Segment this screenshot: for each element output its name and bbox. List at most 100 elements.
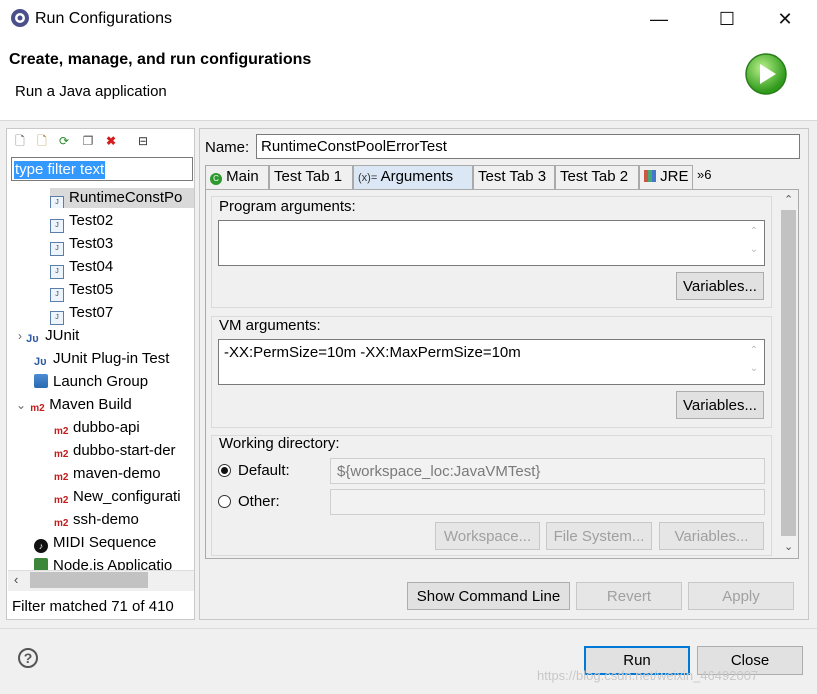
tree-item-junit[interactable]: › Jυ JUnit (18, 326, 79, 346)
vm-arguments-label: VM arguments: (219, 317, 321, 334)
apply-button[interactable]: Apply (688, 582, 794, 610)
run-icon (745, 53, 787, 95)
program-arguments-scrollbar[interactable]: ⌃ ⌄ (747, 223, 761, 263)
window-title: Run Configurations (35, 10, 172, 27)
duplicate-icon[interactable]: ❐ (80, 133, 96, 149)
maven-icon: m2 (54, 495, 69, 506)
tree-item-test02[interactable]: J Test02 (50, 211, 113, 233)
tab-main-label: Main (226, 168, 259, 185)
tree-item-launch-group[interactable]: Launch Group (34, 372, 148, 392)
minimize-button[interactable]: — (636, 3, 682, 35)
tab-arguments-label: Arguments (380, 168, 454, 185)
arguments-tab-icon: (x)= (358, 172, 378, 184)
other-radio[interactable] (218, 495, 231, 508)
tree-item-test03[interactable]: J Test03 (50, 234, 113, 256)
tree-item-label: Test02 (69, 212, 114, 229)
tab-main[interactable]: C Main (205, 165, 269, 189)
workspace-button[interactable]: Workspace... (435, 522, 540, 550)
eclipse-gear-icon (11, 9, 29, 27)
tree-item-label: RuntimeConstPo (69, 189, 183, 206)
tab-overflow[interactable]: »6 (693, 165, 723, 189)
tree-item-label: JUnit Plug-in Test (53, 350, 170, 367)
working-dir-variables-button[interactable]: Variables... (659, 522, 764, 550)
default-radio[interactable] (218, 464, 231, 477)
tree-item-label: Test05 (69, 281, 114, 298)
tree-item-test05[interactable]: J Test05 (50, 280, 113, 302)
main-tab-icon: C (210, 173, 222, 185)
filter-status: Filter matched 71 of 410 (12, 598, 174, 615)
junit-test-icon: J (50, 196, 64, 208)
footer-divider (0, 628, 817, 629)
tree-item-label: Node.js Applicatio (53, 557, 173, 570)
maven-icon: m2 (30, 403, 45, 414)
scroll-down-icon[interactable]: ⌄ (784, 540, 793, 553)
other-label: Other: (238, 493, 280, 510)
tree-item-label: dubbo-api (73, 419, 140, 436)
tree-scroll-thumb[interactable] (30, 572, 148, 588)
tree-item-label: maven-demo (73, 465, 161, 482)
tree-item-test07[interactable]: J Test07 (50, 303, 113, 325)
program-arguments-variables-button[interactable]: Variables... (676, 272, 764, 300)
tree-item-dubbo-start[interactable]: m2 dubbo-start-der (54, 441, 194, 461)
junit-test-icon: J (50, 219, 64, 233)
tree-item-label: JUnit (45, 327, 80, 344)
tab-test-tab-1[interactable]: Test Tab 1 (269, 165, 353, 189)
collapse-all-icon[interactable]: ⊟ (135, 133, 151, 149)
tree-item-ssh-demo[interactable]: m2 ssh-demo (54, 510, 139, 530)
tree-item-runtimeconstpool[interactable]: J RuntimeConstPo (50, 188, 194, 208)
tab-jre-label: JRE (660, 168, 689, 185)
tree-item-new-configuration[interactable]: m2 New_configurati (54, 487, 194, 507)
name-input[interactable]: RuntimeConstPoolErrorTest (256, 134, 800, 159)
tree-item-dubbo-api[interactable]: m2 dubbo-api (54, 418, 140, 438)
content-scroll-thumb[interactable] (781, 210, 796, 536)
close-window-button[interactable]: ✕ (762, 3, 808, 35)
file-system-button[interactable]: File System... (546, 522, 652, 550)
maven-icon: m2 (54, 426, 69, 437)
tab-strip: C Main Test Tab 1 (x)= Arguments Test Ta… (205, 165, 799, 189)
junit-test-icon: J (50, 265, 64, 279)
revert-button[interactable]: Revert (576, 582, 682, 610)
other-directory-field[interactable] (330, 489, 765, 515)
tab-test-tab-3[interactable]: Test Tab 3 (473, 165, 555, 189)
tab-arguments[interactable]: (x)= Arguments (353, 165, 473, 189)
tree-item-label: Test04 (69, 258, 114, 275)
tree-item-label: Maven Build (49, 396, 132, 413)
maximize-button[interactable]: ☐ (704, 3, 750, 35)
scroll-left-icon[interactable]: ‹ (14, 572, 18, 587)
program-arguments-textarea[interactable] (218, 220, 765, 266)
tree-item-label: ssh-demo (73, 511, 139, 528)
maven-icon: m2 (54, 449, 69, 460)
junit-plugin-icon: Jυ (34, 356, 47, 368)
scroll-up-icon[interactable]: ⌃ (784, 193, 793, 206)
tab-jre[interactable]: JRE (639, 165, 693, 189)
tab-overflow-label: »6 (697, 167, 712, 182)
tree-item-label: dubbo-start-der (73, 442, 176, 459)
chevron-down-icon[interactable]: ⌄ (16, 398, 26, 412)
junit-test-icon: J (50, 288, 64, 302)
tree-item-maven-build[interactable]: ⌄ m2 Maven Build (16, 395, 132, 415)
tree-item-maven-demo[interactable]: m2 maven-demo (54, 464, 161, 484)
help-icon[interactable]: ? (18, 648, 38, 668)
export-icon[interactable]: ⟳ (56, 133, 72, 149)
delete-icon[interactable]: ✖ (103, 133, 119, 149)
new-config-icon[interactable]: 🗋 (12, 133, 28, 149)
vm-arguments-variables-button[interactable]: Variables... (676, 391, 764, 419)
jre-tab-icon (644, 170, 656, 182)
tree-item-junit-plugin[interactable]: Jυ JUnit Plug-in Test (34, 349, 169, 369)
vm-arguments-scrollbar[interactable]: ⌃ ⌄ (747, 342, 761, 382)
tree-item-test04[interactable]: J Test04 (50, 257, 113, 279)
junit-icon: Jυ (26, 333, 39, 345)
name-label: Name: (205, 139, 250, 156)
new-prototype-icon[interactable]: 🗋 (34, 133, 50, 149)
tab-label: Test Tab 2 (560, 168, 629, 185)
show-command-line-button[interactable]: Show Command Line (407, 582, 570, 610)
tab-test-tab-2[interactable]: Test Tab 2 (555, 165, 639, 189)
tree-item-nodejs[interactable]: Node.js Applicatio (34, 556, 194, 570)
midi-icon: ♪ (34, 539, 48, 553)
default-directory-field[interactable]: ${workspace_loc:JavaVMTest} (330, 458, 765, 484)
working-directory-label: Working directory: (219, 435, 340, 452)
tree-item-midi-sequence[interactable]: ♪ MIDI Sequence (34, 533, 156, 553)
vm-arguments-textarea[interactable]: -XX:PermSize=10m -XX:MaxPermSize=10m (218, 339, 765, 385)
program-arguments-label: Program arguments: (219, 198, 356, 215)
chevron-right-icon[interactable]: › (18, 329, 22, 343)
